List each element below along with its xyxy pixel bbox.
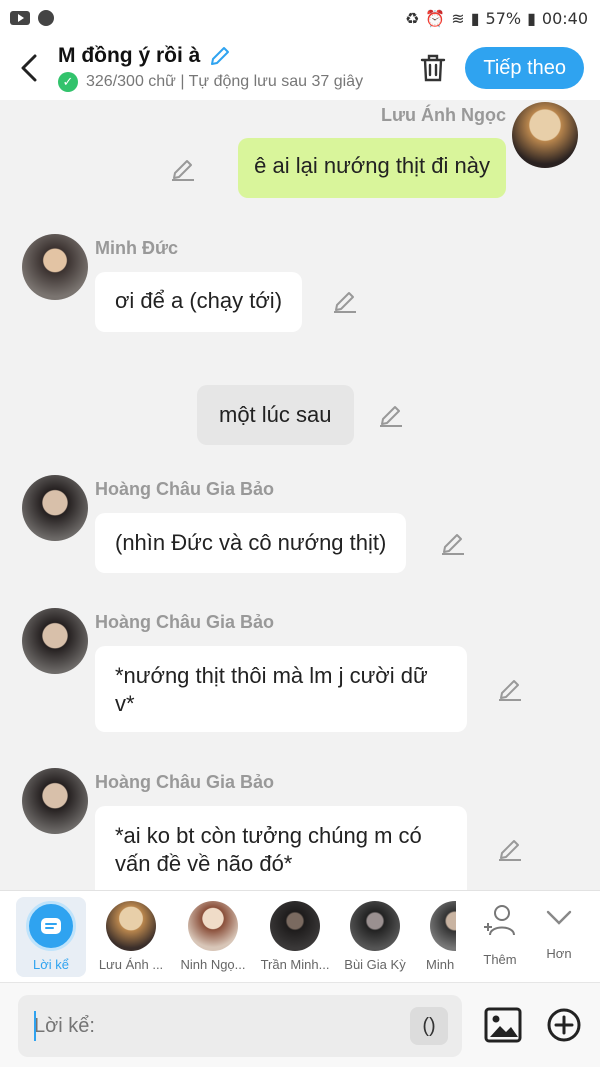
avatar [270,901,320,951]
character-label: Lời kể [33,957,69,972]
pencil-icon[interactable] [208,44,232,68]
trash-icon [421,54,446,82]
sender-name: Minh Đức [95,238,179,258]
sender-name: Hoàng Châu Gia Bảo [95,479,275,499]
message-bubble[interactable]: ê ai lại nướng thịt đi này [238,138,506,198]
character-label: Minh [426,957,455,972]
character-chip[interactable]: Bùi Gia Kỳ [334,897,416,977]
header: M đồng ý rồi à ✓ 326/300 chữ | Tự động l… [0,36,600,100]
character-label: Trần Minh... [260,957,330,972]
wifi-icon: ≋ [451,8,465,28]
message-bubble[interactable]: *nướng thịt thôi mà lm j cười dữ v* [95,646,467,732]
edit-icon[interactable] [497,836,523,862]
character-chip[interactable]: Lưu Ánh ... [90,897,172,977]
signal-icon: ▮ [470,8,480,28]
character-chip-narration[interactable]: Lời kể [16,897,86,977]
character-label: Lưu Ánh ... [98,957,164,972]
status-bar: ♻ ⏰ ≋ ▮ 57% ▮ 00:40 [0,0,600,36]
add-user-icon [484,905,515,936]
clock: 00:40 [541,8,588,28]
chevron-left-icon [21,54,37,82]
narration-icon [26,901,76,951]
avatar[interactable] [22,234,88,300]
edit-icon[interactable] [332,288,358,314]
avatar [430,901,456,951]
battery-percent: 57% [485,8,522,28]
character-label: Ninh Ngọ... [180,957,246,972]
character-chip[interactable]: Trần Minh... [254,897,336,977]
sender-name: Hoàng Châu Gia Bảo [95,772,275,792]
text-cursor [34,1011,36,1041]
image-icon[interactable] [484,1007,522,1043]
chat-area: Lưu Ánh Ngọc ê ai lại nướng thịt đi này … [0,100,600,890]
message-bubble[interactable]: (nhìn Đức và cô nướng thịt) [95,513,407,573]
sender-name: Lưu Ánh Ngọc [380,105,506,125]
add-icon[interactable] [546,1007,582,1043]
back-button[interactable] [0,36,58,100]
edit-icon[interactable] [497,676,523,702]
avatar [106,901,156,951]
character-chip[interactable]: Ninh Ngọ... [172,897,254,977]
avatar[interactable] [22,768,88,834]
avatar [188,901,238,951]
word-count-status: 326/300 chữ | Tự động lưu sau 37 giây [86,73,364,90]
add-character-button[interactable]: Thêm [470,897,530,977]
check-icon: ✓ [58,72,78,92]
message-bubble[interactable]: *ai ko bt còn tưởng chúng m có vấn đề về… [95,806,467,890]
more-label: Thêm [483,952,517,967]
alarm-icon: ⏰ [425,8,446,28]
character-selector: Lời kể Lưu Ánh ... Ninh Ngọ... Trần Minh… [0,890,600,982]
hon-label: Hơn [546,946,572,961]
recycle-icon: ♻ [405,8,420,28]
delete-button[interactable] [401,36,465,100]
avatar[interactable] [22,475,88,541]
battery-icon: ▮ [527,8,536,28]
narration-input[interactable] [18,995,462,1057]
chevron-down-icon [546,910,572,925]
sender-name: Hoàng Châu Gia Bảo [95,612,275,632]
input-bar: () [0,982,600,1067]
avatar[interactable] [22,608,88,674]
story-title: M đồng ý rồi à [58,44,201,67]
youtube-icon [10,11,30,25]
next-button[interactable]: Tiếp theo [465,47,584,89]
parenthesis-button[interactable]: () [410,1007,448,1045]
expand-button[interactable]: Hơn [530,897,588,977]
avatar [350,901,400,951]
edit-icon[interactable] [440,530,466,556]
character-chip[interactable]: Minh [416,897,456,977]
browser-icon [38,10,54,26]
message-bubble[interactable]: ơi để a (chạy tới) [95,272,303,332]
avatar[interactable] [512,102,578,168]
edit-icon[interactable] [378,402,404,428]
character-label: Bùi Gia Kỳ [344,957,406,972]
narration-bubble[interactable]: một lúc sau [197,385,354,445]
edit-icon[interactable] [170,156,196,182]
